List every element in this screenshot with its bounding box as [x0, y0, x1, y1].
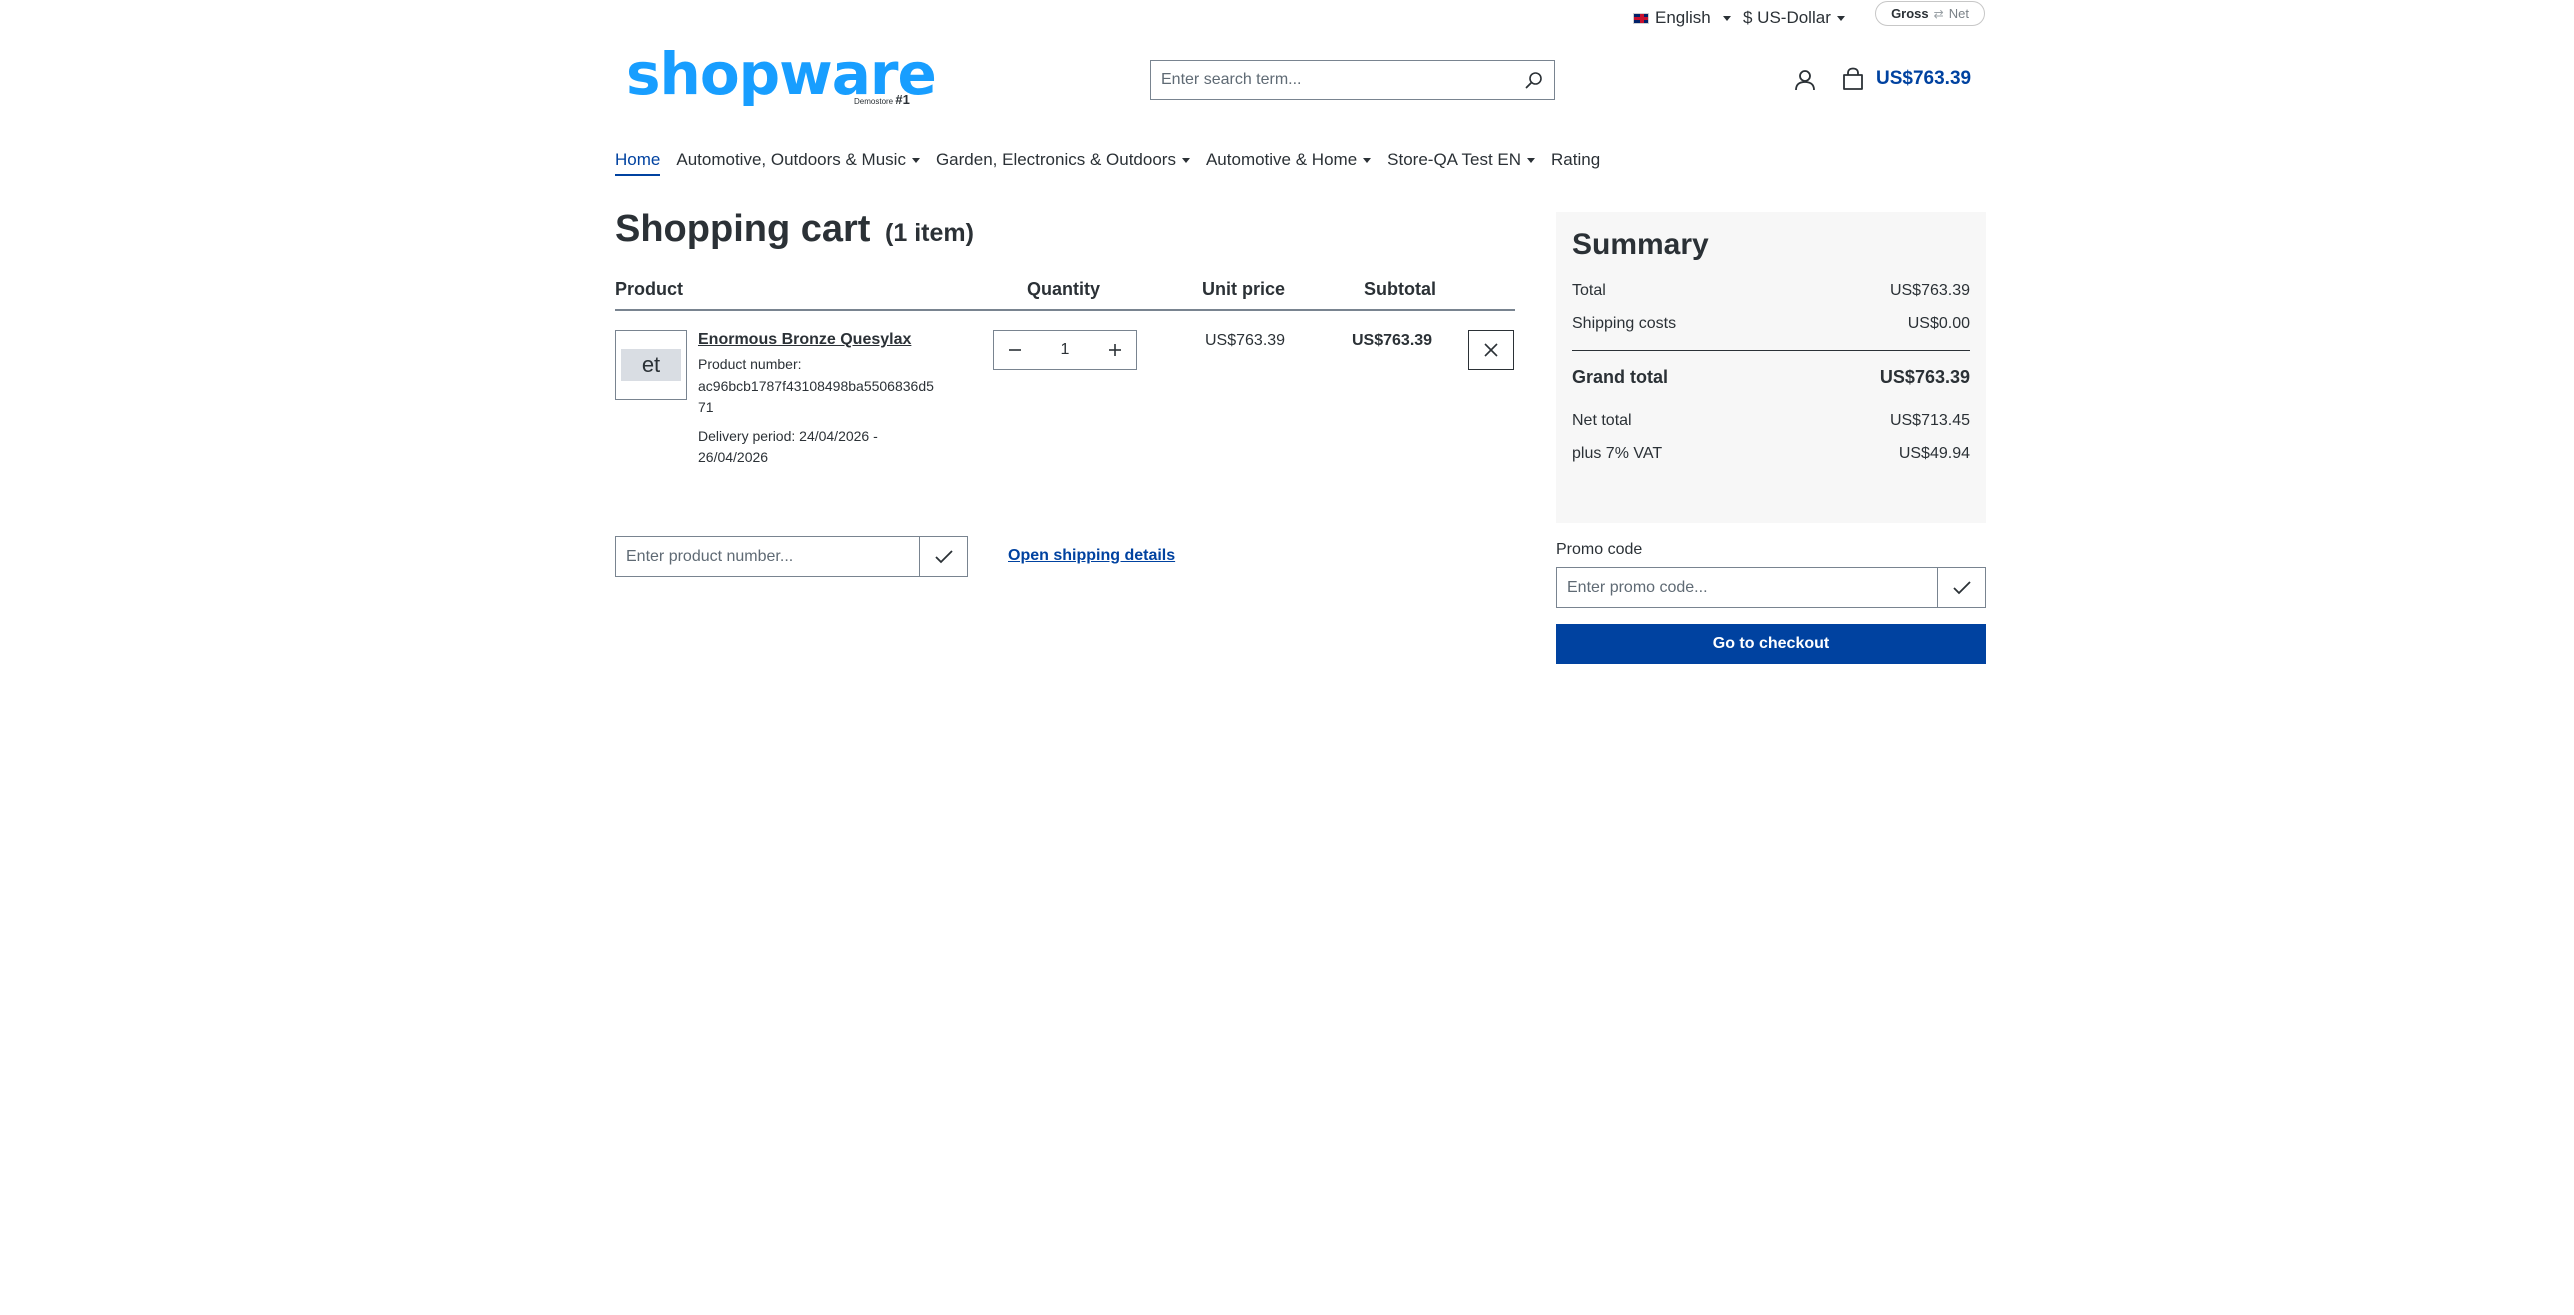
cart-item-count: (1 item) — [885, 219, 974, 247]
main-navigation: Home Automotive, Outdoors & Music Garden… — [615, 150, 1616, 176]
quantity-stepper — [993, 330, 1137, 370]
page-title-text: Shopping cart — [615, 208, 871, 250]
logo-subtitle-number: #1 — [895, 92, 910, 107]
quantity-input[interactable] — [1036, 341, 1094, 359]
summary-grand-total-label: Grand total — [1572, 367, 1669, 387]
add-product-button[interactable] — [919, 537, 967, 576]
search-icon — [1525, 72, 1542, 89]
line-subtotal: US$763.39 — [1352, 332, 1433, 349]
search-input[interactable] — [1151, 61, 1514, 99]
nav-item-label: Home — [615, 150, 661, 169]
top-bar: English $ US-Dollar Gross ⇄ Net — [0, 0, 2574, 36]
search-bar — [1150, 60, 1555, 100]
swap-icon: ⇄ — [1933, 6, 1944, 21]
language-label: English — [1655, 8, 1711, 27]
summary-shipping-value: US$0.00 — [1907, 315, 1970, 332]
minus-icon — [1009, 349, 1021, 351]
nav-item-label: Rating — [1551, 150, 1601, 169]
account-button[interactable] — [1792, 67, 1818, 93]
product-thumbnail[interactable]: et — [615, 330, 687, 400]
nav-item-home[interactable]: Home — [615, 150, 661, 176]
product-number: ac96bcb1787f43108498ba5506836d571 — [698, 378, 934, 415]
delivery-period: Delivery period: 24/04/2026 - 26/04/2026 — [698, 428, 878, 465]
nav-item-label: Garden, Electronics & Outdoors — [935, 150, 1176, 169]
chevron-down-icon — [1722, 15, 1731, 21]
promo-code-label: Promo code — [1556, 541, 1643, 558]
quantity-increase-button[interactable] — [1094, 331, 1136, 369]
summary-grand-total-row: Grand total US$763.39 — [1572, 367, 1970, 388]
chevron-down-icon — [911, 157, 920, 163]
remove-item-button[interactable] — [1468, 330, 1514, 370]
page-title: Shopping cart (1 item) — [615, 208, 974, 251]
nav-item-automotive-outdoors-music[interactable]: Automotive, Outdoors & Music — [676, 150, 920, 174]
cart-icon — [1843, 67, 1863, 90]
apply-promo-button[interactable] — [1937, 568, 1985, 607]
summary-grand-total-value: US$763.39 — [1879, 367, 1970, 387]
nav-item-store-qa-test[interactable]: Store-QA Test EN — [1387, 150, 1536, 174]
summary-vat-value: US$49.94 — [1898, 445, 1970, 462]
nav-item-garden-electronics-outdoors[interactable]: Garden, Electronics & Outdoors — [936, 150, 1190, 174]
search-button[interactable] — [1514, 61, 1554, 99]
tax-net-option[interactable]: Net — [1949, 6, 1969, 21]
summary-divider — [1572, 350, 1970, 351]
summary-net-total-label: Net total — [1572, 412, 1632, 429]
product-number-label: Product number: — [698, 356, 802, 372]
open-shipping-details-link[interactable]: Open shipping details — [1008, 547, 1175, 565]
language-switcher[interactable]: English — [1633, 8, 1731, 28]
promo-code-form — [1556, 567, 1986, 608]
column-header-subtotal: Subtotal — [1364, 279, 1436, 299]
product-name-link[interactable]: Enormous Bronze Quesylax — [698, 331, 911, 349]
nav-item-label: Automotive & Home — [1205, 150, 1358, 169]
add-product-form — [615, 536, 968, 577]
summary-total-label: Total — [1572, 282, 1606, 299]
chevron-down-icon — [1527, 157, 1536, 163]
summary-total-value: US$763.39 — [1889, 282, 1970, 299]
currency-switcher[interactable]: $ US-Dollar — [1743, 8, 1845, 28]
close-icon — [1484, 343, 1498, 357]
column-header-product: Product — [615, 279, 684, 299]
summary-total-row: Total US$763.39 — [1572, 282, 1970, 300]
flag-uk-icon — [1633, 12, 1649, 24]
table-header-divider — [615, 309, 1515, 311]
account-icon — [1795, 70, 1815, 91]
summary-shipping-row: Shipping costs US$0.00 — [1572, 315, 1970, 333]
checkmark-icon — [1952, 580, 1971, 594]
summary-net-total-value: US$713.45 — [1889, 412, 1970, 429]
cart-total[interactable]: US$763.39 — [1876, 68, 1971, 90]
cart-button[interactable] — [1840, 66, 1866, 92]
nav-item-label: Store-QA Test EN — [1387, 150, 1522, 169]
logo-subtitle: Demostore #1 — [854, 92, 910, 107]
go-to-checkout-button[interactable]: Go to checkout — [1556, 624, 1986, 664]
nav-item-label: Automotive, Outdoors & Music — [676, 150, 906, 169]
product-number-input[interactable] — [616, 537, 919, 576]
chevron-down-icon — [1836, 15, 1845, 21]
tax-display-toggle[interactable]: Gross ⇄ Net — [1875, 1, 1985, 26]
order-summary: Summary Total US$763.39 Shipping costs U… — [1556, 212, 1986, 523]
logo-subtitle-text: Demostore — [854, 97, 894, 106]
tax-gross-option[interactable]: Gross — [1891, 6, 1929, 21]
summary-vat-row: plus 7% VAT US$49.94 — [1572, 445, 1970, 463]
checkmark-icon — [934, 549, 953, 563]
column-header-unit-price: Unit price — [1202, 279, 1286, 299]
summary-shipping-label: Shipping costs — [1572, 315, 1677, 332]
plus-icon — [1109, 344, 1121, 356]
summary-vat-label: plus 7% VAT — [1572, 445, 1663, 462]
promo-code-input[interactable] — [1557, 568, 1937, 607]
product-thumbnail-placeholder: et — [621, 349, 681, 381]
currency-label: $ US-Dollar — [1743, 8, 1831, 27]
summary-title: Summary — [1572, 228, 1709, 261]
nav-item-automotive-home[interactable]: Automotive & Home — [1205, 150, 1372, 174]
quantity-decrease-button[interactable] — [994, 331, 1036, 369]
summary-net-total-row: Net total US$713.45 — [1572, 412, 1970, 430]
nav-item-rating[interactable]: Rating — [1551, 150, 1600, 174]
chevron-down-icon — [1363, 157, 1372, 163]
column-header-quantity: Quantity — [1027, 279, 1101, 299]
chevron-down-icon — [1181, 157, 1190, 163]
shop-logo[interactable]: shopware Demostore #1 — [618, 40, 937, 116]
unit-price: US$763.39 — [1205, 332, 1286, 349]
